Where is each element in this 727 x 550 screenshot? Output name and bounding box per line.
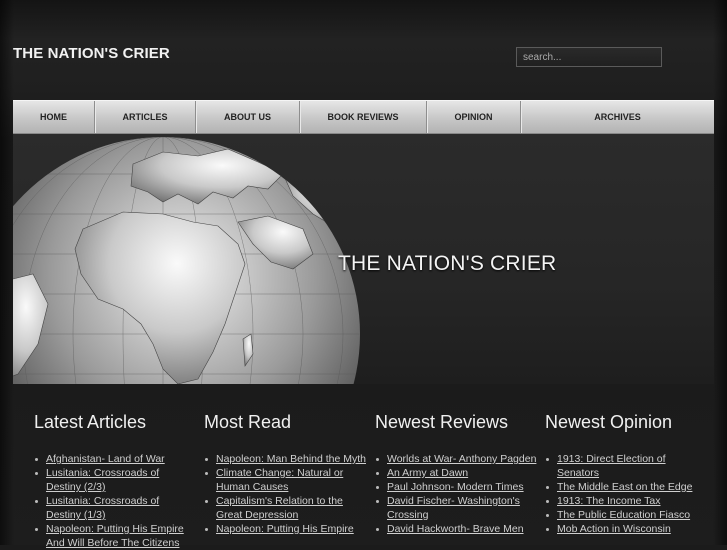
opinion-link[interactable]: The Public Education Fiasco bbox=[557, 509, 690, 521]
hero-title: THE NATION'S CRIER bbox=[338, 252, 557, 275]
article-link[interactable]: Climate Change: Natural or Human Causes bbox=[216, 467, 343, 493]
opinion-list: 1913: Direct Election of Senators The Mi… bbox=[545, 452, 707, 536]
list-item: An Army at Dawn bbox=[376, 466, 537, 480]
opinion-link[interactable]: The Middle East on the Edge bbox=[557, 481, 692, 493]
section-heading: Latest Articles bbox=[34, 412, 147, 432]
list-item: 1913: Direct Election of Senators bbox=[546, 452, 707, 480]
list-item: Paul Johnson- Modern Times bbox=[376, 480, 537, 494]
article-link[interactable]: Napoleon: Man Behind the Myth bbox=[216, 453, 366, 465]
nav-opinion[interactable]: OPINION bbox=[427, 101, 521, 133]
section-heading: Newest Reviews bbox=[375, 412, 509, 432]
article-link[interactable]: Lusitania: Crossroads of Destiny (2/3) bbox=[46, 467, 159, 493]
opinion-link[interactable]: 1913: The Income Tax bbox=[557, 495, 661, 507]
review-link[interactable]: Paul Johnson- Modern Times bbox=[387, 481, 524, 493]
article-link[interactable]: Afghanistan- Land of War bbox=[46, 453, 165, 465]
list-item: 1913: The Income Tax bbox=[546, 494, 707, 508]
most-read-section: Most Read Napoleon: Man Behind the Myth … bbox=[204, 412, 366, 535]
nav-archives[interactable]: ARCHIVES bbox=[521, 101, 714, 133]
review-link[interactable]: David Hackworth- Brave Men bbox=[387, 523, 524, 535]
list-item: David Fischer- Washington's Crossing bbox=[376, 494, 537, 522]
list-item: Climate Change: Natural or Human Causes bbox=[205, 466, 366, 494]
list-item: Worlds at War- Anthony Pagden bbox=[376, 452, 537, 466]
section-heading: Most Read bbox=[204, 412, 292, 432]
hero-banner: THE NATION'S CRIER bbox=[13, 134, 714, 384]
review-link[interactable]: Worlds at War- Anthony Pagden bbox=[387, 453, 536, 465]
latest-articles-section: Latest Articles Afghanistan- Land of War… bbox=[34, 412, 194, 549]
nav-articles[interactable]: ARTICLES bbox=[95, 101, 196, 133]
list-item: Afghanistan- Land of War bbox=[35, 452, 196, 466]
nav-book-reviews[interactable]: BOOK REVIEWS bbox=[300, 101, 427, 133]
article-list: Afghanistan- Land of War Lusitania: Cros… bbox=[34, 452, 196, 550]
newest-reviews-section: Newest Reviews Worlds at War- Anthony Pa… bbox=[375, 412, 536, 535]
review-link[interactable]: David Fischer- Washington's Crossing bbox=[387, 495, 520, 521]
article-link[interactable]: Lusitania: Crossroads of Destiny (1/3) bbox=[46, 495, 159, 521]
list-item: Napoleon: Man Behind the Myth bbox=[205, 452, 366, 466]
list-item: Lusitania: Crossroads of Destiny (1/3) bbox=[35, 494, 196, 522]
section-heading: Newest Opinion bbox=[545, 412, 673, 432]
article-link[interactable]: Capitalism's Relation to the Great Depre… bbox=[216, 495, 343, 521]
list-item: Napoleon: Putting His Empire bbox=[205, 522, 366, 536]
list-item: Napoleon: Putting His Empire And Will Be… bbox=[35, 522, 196, 550]
list-item: Mob Action in Wisconsin bbox=[546, 522, 707, 536]
article-link[interactable]: Napoleon: Putting His Empire And Will Be… bbox=[46, 523, 184, 549]
article-list: Napoleon: Man Behind the Myth Climate Ch… bbox=[204, 452, 366, 536]
nav-about-us[interactable]: ABOUT US bbox=[196, 101, 300, 133]
list-item: The Public Education Fiasco bbox=[546, 508, 707, 522]
site-title[interactable]: THE NATION'S CRIER bbox=[13, 45, 170, 62]
opinion-link[interactable]: Mob Action in Wisconsin bbox=[557, 523, 671, 535]
review-link[interactable]: An Army at Dawn bbox=[387, 467, 468, 479]
opinion-link[interactable]: 1913: Direct Election of Senators bbox=[557, 453, 666, 479]
list-item: Capitalism's Relation to the Great Depre… bbox=[205, 494, 366, 522]
list-item: Lusitania: Crossroads of Destiny (2/3) bbox=[35, 466, 196, 494]
nav-home[interactable]: HOME bbox=[13, 101, 95, 133]
newest-opinion-section: Newest Opinion 1913: Direct Election of … bbox=[545, 412, 705, 535]
list-item: David Hackworth- Brave Men bbox=[376, 522, 537, 536]
search-input[interactable] bbox=[516, 47, 662, 67]
article-link[interactable]: Napoleon: Putting His Empire bbox=[216, 523, 354, 535]
review-list: Worlds at War- Anthony Pagden An Army at… bbox=[375, 452, 537, 536]
list-item: The Middle East on the Edge bbox=[546, 480, 707, 494]
main-nav: HOME ARTICLES ABOUT US BOOK REVIEWS OPIN… bbox=[13, 100, 714, 134]
